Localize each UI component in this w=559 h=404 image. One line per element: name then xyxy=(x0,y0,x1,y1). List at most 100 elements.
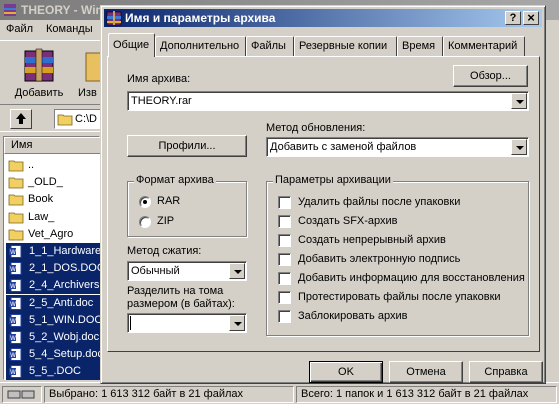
archive-name-label: Имя архива: xyxy=(127,73,191,85)
file-list-row[interactable]: Book xyxy=(6,191,101,208)
tab-comment[interactable]: Комментарий xyxy=(443,36,525,56)
word-document-icon: W xyxy=(9,296,22,310)
archive-name-combo[interactable]: THEORY.rar xyxy=(127,91,529,111)
file-list-row[interactable]: W 2_5_Anti.doc xyxy=(6,294,101,312)
update-method-dropdown-button[interactable] xyxy=(511,139,527,155)
folder-icon xyxy=(8,194,24,206)
file-list-row[interactable]: W 5_4_Setup.doc xyxy=(6,346,101,364)
option-recovery-record[interactable]: Добавить информацию для восстановления xyxy=(267,270,527,288)
option-authenticity[interactable]: Добавить электронную подпись xyxy=(267,251,527,269)
file-name: Law_ xyxy=(28,210,55,223)
file-name: _OLD_ xyxy=(28,176,63,189)
checkbox[interactable] xyxy=(278,196,291,209)
checkbox[interactable] xyxy=(278,215,291,228)
dialog-title-bar: Имя и параметры архива ? × xyxy=(104,9,542,27)
option-delete-after[interactable]: Удалить файлы после упаковки xyxy=(267,194,527,212)
radio-rar-label[interactable]: RAR xyxy=(157,195,180,207)
tab-time[interactable]: Время xyxy=(397,36,443,56)
chevron-down-icon xyxy=(516,100,524,104)
radio-zip-label[interactable]: ZIP xyxy=(157,215,174,227)
word-document-icon: W xyxy=(9,348,22,362)
help-button[interactable]: Справка xyxy=(469,361,543,383)
checkbox[interactable] xyxy=(278,234,291,247)
checkbox[interactable] xyxy=(278,253,291,266)
file-name: Vet_Agro xyxy=(28,227,74,240)
winrar-add-icon xyxy=(24,48,54,82)
status-selected: Выбрано: 1 613 312 байт в 21 файлах xyxy=(44,386,294,403)
tab-general[interactable]: Общие xyxy=(108,33,155,57)
file-list-row[interactable]: W 5_2_Wobj.doc xyxy=(6,329,101,346)
file-name: 2_4_Archivers xyxy=(28,279,101,292)
path-bar: C:\D xyxy=(0,104,114,132)
tab-panel-general: Имя архива: Обзор... THEORY.rar Профили.… xyxy=(107,56,540,352)
radio-selected-dot xyxy=(143,200,147,204)
cancel-button[interactable]: Отмена xyxy=(389,361,463,383)
option-label: Добавить электронную подпись xyxy=(298,253,461,265)
winrar-app-icon xyxy=(4,4,16,16)
file-list-row[interactable]: W 1_1_Hardware xyxy=(6,243,101,260)
update-method-label: Метод обновления: xyxy=(266,122,366,134)
option-lock-archive[interactable]: Заблокировать архив xyxy=(267,308,527,326)
main-toolbar: Добавить Изв xyxy=(0,40,104,102)
folder-icon xyxy=(8,229,24,241)
archive-name-dropdown-button[interactable] xyxy=(511,93,527,109)
tab-backup[interactable]: Резервные копии xyxy=(294,36,397,56)
file-list-row[interactable]: .. xyxy=(6,157,101,174)
word-document-icon: W xyxy=(9,313,22,327)
column-header-name[interactable]: Имя xyxy=(4,137,101,154)
split-size-combo[interactable] xyxy=(127,313,247,333)
option-label: Заблокировать архив xyxy=(298,310,408,322)
chevron-down-icon xyxy=(234,270,242,274)
file-list-row[interactable]: _OLD_ xyxy=(6,174,101,191)
compression-value: Обычный xyxy=(131,265,180,277)
option-test-files[interactable]: Протестировать файлы после упаковки xyxy=(267,289,527,307)
file-name: Book xyxy=(28,193,54,206)
file-list-row[interactable]: W 5_1_WIN.DOC xyxy=(6,311,101,329)
file-name: 1_1_Hardware xyxy=(28,245,101,257)
close-button[interactable]: × xyxy=(523,11,539,25)
dialog-title: Имя и параметры архива xyxy=(125,11,276,25)
option-create-sfx[interactable]: Создать SFX-архив xyxy=(267,213,527,231)
archive-name-dialog: Имя и параметры архива ? × Общие Дополни… xyxy=(100,5,546,384)
update-method-combo[interactable]: Добавить с заменой файлов xyxy=(266,137,529,157)
ok-button[interactable]: OK xyxy=(309,361,383,383)
folder-icon xyxy=(8,160,24,172)
menu-commands[interactable]: Команды xyxy=(46,23,93,35)
file-list-row[interactable]: Law_ xyxy=(6,209,101,226)
option-solid-archive[interactable]: Создать непрерывный архив xyxy=(267,232,527,250)
split-size-dropdown-button[interactable] xyxy=(229,315,245,331)
checkbox[interactable] xyxy=(278,272,291,285)
checkbox[interactable] xyxy=(278,310,291,323)
tab-advanced[interactable]: Дополнительно xyxy=(155,36,246,56)
browse-button[interactable]: Обзор... xyxy=(453,65,528,87)
status-total: Всего: 1 папок и 1 613 312 байт в 21 фай… xyxy=(296,386,557,403)
compression-label: Метод сжатия: xyxy=(127,245,202,257)
up-arrow-icon xyxy=(16,113,26,124)
word-document-icon: W xyxy=(9,279,22,293)
chevron-down-icon xyxy=(516,146,524,150)
folder-icon xyxy=(8,177,24,189)
checkbox[interactable] xyxy=(278,291,291,304)
tab-files[interactable]: Файлы xyxy=(246,36,294,56)
menu-file[interactable]: Файл xyxy=(6,23,33,35)
file-list-row[interactable]: W 2_1_DOS.DOC xyxy=(6,260,101,278)
file-list-row[interactable]: W 2_4_Archivers xyxy=(6,277,101,295)
radio-zip[interactable] xyxy=(139,216,151,228)
file-list-row[interactable]: W 5_5_.DOC xyxy=(6,363,101,381)
add-button[interactable]: Добавить xyxy=(10,43,68,101)
file-list-row[interactable]: Vet_Agro xyxy=(6,226,101,243)
compression-dropdown-button[interactable] xyxy=(229,263,245,279)
folder-icon xyxy=(8,212,24,223)
up-folder-button[interactable] xyxy=(10,109,32,129)
split-label-line2: размером (в байтах): xyxy=(127,298,235,310)
file-list[interactable]: Имя .. _OLD_ Book Law_ Vet_Agro W 1_1_Hardware… xyxy=(3,136,101,381)
file-name: 5_4_Setup.doc xyxy=(28,348,101,361)
split-label-line1: Разделить на тома xyxy=(127,285,224,297)
profiles-button[interactable]: Профили... xyxy=(127,135,247,157)
main-menu-bar: Файл Команды xyxy=(0,20,100,38)
radio-rar[interactable] xyxy=(139,196,151,208)
help-caption-button[interactable]: ? xyxy=(505,11,521,25)
file-name: .. xyxy=(28,159,35,171)
file-name: 5_1_WIN.DOC xyxy=(28,313,101,326)
compression-combo[interactable]: Обычный xyxy=(127,261,247,281)
